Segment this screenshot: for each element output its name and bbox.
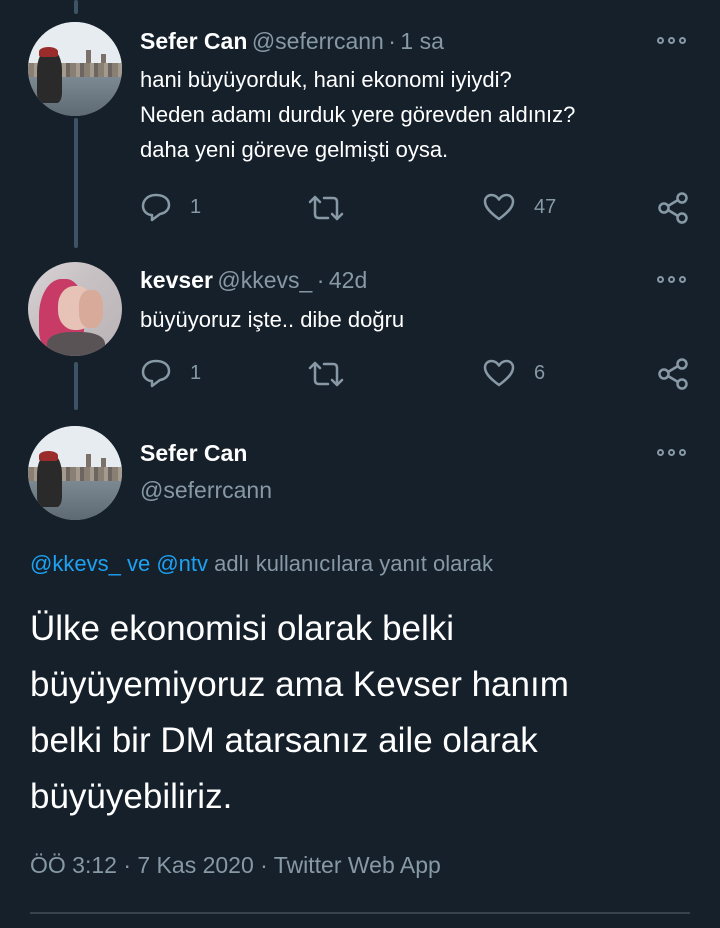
tweet-text: büyüyoruz işte.. dibe doğru [140, 302, 404, 337]
retweet-button[interactable] [306, 360, 346, 393]
divider [30, 912, 690, 914]
tweet-text-line: daha yeni göreve gelmişti oysa. [140, 137, 449, 162]
handle[interactable]: @seferrcann [140, 477, 272, 504]
reply-count: 1 [190, 195, 202, 218]
reply-button[interactable]: 1 [140, 192, 201, 222]
timestamp[interactable]: 42d [329, 267, 367, 293]
handle[interactable]: @seferrcann [252, 28, 384, 54]
reply-count: 1 [190, 361, 202, 384]
handle[interactable]: @kkevs_ [217, 267, 312, 293]
tweet-text: hani büyüyorduk, hani ekonomi iyiydi? Ne… [140, 62, 575, 167]
display-name[interactable]: Sefer Can [140, 28, 247, 54]
more-icon[interactable] [657, 276, 686, 283]
separator: · [316, 267, 325, 293]
tweet-header: Sefer Can @seferrcann · 1 sa [140, 28, 444, 55]
conjunction: ve [126, 551, 151, 576]
mention-link[interactable]: @ntv [156, 551, 208, 576]
tweet-text-line: Neden adamı durduk yere görevden aldınız… [140, 102, 576, 127]
like-count: 6 [534, 361, 546, 384]
tweet-timestamp[interactable]: ÖÖ 3:12 · 7 Kas 2020 · Twitter Web App [30, 852, 441, 879]
tweet-text-line: büyüyemiyoruz ama Kevser hanım [30, 665, 569, 704]
timestamp[interactable]: 1 sa [400, 28, 443, 54]
share-icon [658, 358, 688, 390]
display-name[interactable]: kevser [140, 267, 213, 293]
reply-button[interactable]: 1 [140, 358, 201, 388]
reply-context-text: adlı kullanıcılara yanıt olarak [214, 551, 493, 576]
retweet-icon [308, 361, 344, 387]
separator: · [388, 28, 396, 54]
tweet-text-line: büyüyoruz işte.. dibe doğru [140, 307, 405, 332]
like-count: 47 [534, 195, 557, 218]
thread-line-top [74, 0, 78, 14]
mention-link[interactable]: @kkevs_ [30, 551, 121, 576]
like-button[interactable]: 6 [482, 358, 545, 388]
share-button[interactable] [656, 358, 690, 395]
display-name[interactable]: Sefer Can [140, 440, 247, 467]
tweet-header: kevser @kkevs_ · 42d [140, 267, 367, 294]
reply-context: @kkevs_ ve @ntv adlı kullanıcılara yanıt… [30, 551, 493, 577]
thread-line-2 [74, 362, 78, 410]
retweet-button[interactable] [306, 194, 346, 227]
avatar[interactable] [28, 22, 122, 116]
more-icon[interactable] [657, 449, 686, 456]
share-button[interactable] [656, 192, 690, 229]
heart-icon [483, 193, 515, 221]
tweet-text: Ülke ekonomisi olarak belki büyüyemiyoru… [30, 601, 569, 825]
tweet-text-line: büyüyebiliriz. [30, 777, 233, 816]
like-button[interactable]: 47 [482, 192, 556, 222]
reply-icon [141, 359, 171, 388]
avatar[interactable] [28, 426, 122, 520]
heart-icon [483, 359, 515, 387]
avatar[interactable] [28, 262, 122, 356]
thread-line-1 [74, 118, 78, 248]
share-icon [658, 192, 688, 224]
more-icon[interactable] [657, 37, 686, 44]
tweet-text-line: hani büyüyorduk, hani ekonomi iyiydi? [140, 67, 512, 92]
retweet-icon [308, 195, 344, 221]
tweet-text-line: belki bir DM atarsanız aile olarak [30, 721, 538, 760]
reply-icon [141, 193, 171, 222]
tweet-text-line: Ülke ekonomisi olarak belki [30, 609, 455, 648]
